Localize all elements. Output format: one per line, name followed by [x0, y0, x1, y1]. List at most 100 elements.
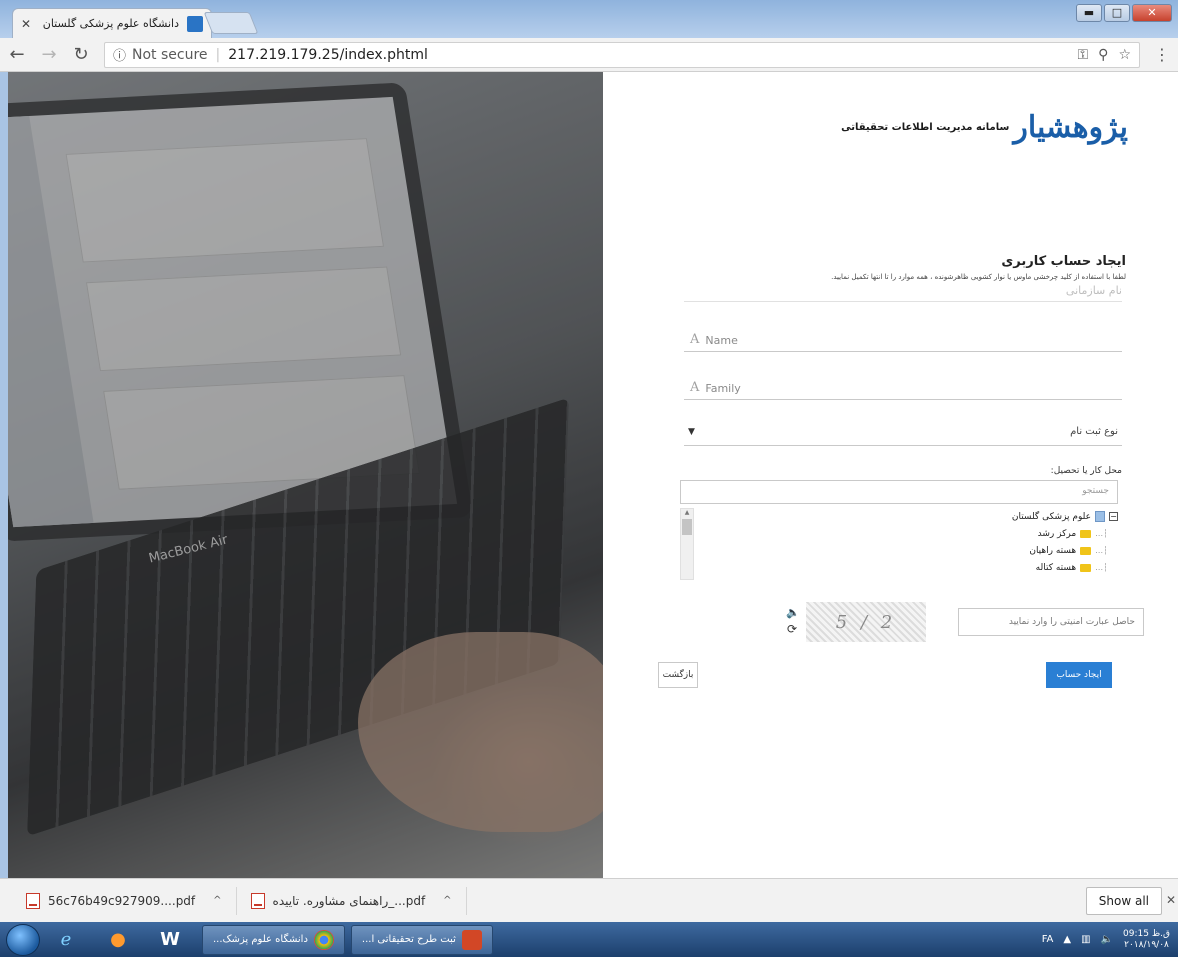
- volume-icon[interactable]: 🔈: [1101, 934, 1113, 945]
- site-info-icon[interactable]: ⓘ: [113, 45, 126, 64]
- tree-search-input[interactable]: جستجو: [680, 480, 1118, 504]
- registration-type-value: نوع ثبت نام: [1070, 426, 1118, 437]
- folder-icon: [1080, 546, 1092, 555]
- workplace-label: محل کار یا تحصیل:: [1050, 466, 1122, 476]
- chevron-down-icon: ▼: [688, 426, 695, 437]
- address-separator: |: [215, 46, 221, 63]
- minimize-button[interactable]: ▬: [1076, 4, 1102, 22]
- site-favicon-icon: [187, 15, 203, 32]
- registration-type-select[interactable]: نوع ثبت نام ▼: [684, 418, 1122, 446]
- signup-form: پژوهشیار سامانه مدیریت اطلاعات تحقیقاتی …: [658, 72, 1144, 878]
- tree-item-label: مرکز رشد: [1037, 528, 1077, 539]
- show-all-button[interactable]: Show all: [1085, 887, 1162, 915]
- security-label: Not secure: [132, 46, 208, 63]
- site-logo: پژوهشیار سامانه مدیریت اطلاعات تحقیقاتی: [841, 110, 1129, 145]
- internet-explorer-icon[interactable]: e: [40, 924, 92, 956]
- form-hint: لطفا با استفاده از کلید چرخشی ماوس یا نو…: [831, 273, 1126, 281]
- download-filename: 56c76b49c927909....pdf: [48, 893, 196, 908]
- tab-close-icon[interactable]: ✕: [21, 17, 31, 31]
- tree-child-item[interactable]: ┆… هسته کتاله: [680, 559, 1118, 576]
- address-bar-actions: ⚿ ⚲ ☆: [1078, 47, 1131, 63]
- create-account-button[interactable]: ایجاد حساب: [1046, 662, 1112, 688]
- tree-child-item[interactable]: ┆… مرکز رشد: [680, 525, 1118, 542]
- organization-name-field[interactable]: نام سازمانی: [684, 282, 1122, 302]
- folder-icon: [1080, 563, 1092, 572]
- firefox-icon[interactable]: ●: [92, 924, 144, 956]
- tree-item-label: هسته راهیان: [1029, 545, 1077, 556]
- new-tab-button[interactable]: [203, 12, 259, 34]
- tree-item-label: هسته کتاله: [1035, 562, 1077, 573]
- collapse-icon[interactable]: −: [1109, 512, 1118, 521]
- forward-arrow-icon[interactable]: →: [40, 44, 58, 65]
- show-hidden-icons[interactable]: ▲: [1063, 934, 1071, 945]
- family-placeholder: Family: [705, 382, 741, 395]
- text-field-icon: A: [690, 380, 700, 395]
- tree-guide: ┆…: [1095, 563, 1108, 572]
- address-bar[interactable]: ⓘ Not secure | 217.219.179.25/index.phtm…: [104, 41, 1140, 68]
- pdf-file-icon: [26, 892, 40, 909]
- tree-guide: ┆…: [1095, 529, 1108, 538]
- word-icon[interactable]: W: [144, 924, 196, 956]
- hero-laptop-image: MacBook Air: [8, 72, 603, 878]
- close-shelf-icon[interactable]: ✕: [1166, 893, 1176, 907]
- organization-name-placeholder: نام سازمانی: [1065, 284, 1122, 297]
- clock-date: ۲۰۱۸/۱۹/۰۸: [1124, 939, 1169, 950]
- scroll-thumb[interactable]: [682, 519, 692, 535]
- bookmark-star-icon[interactable]: ☆: [1118, 47, 1131, 63]
- hero-overlay: [8, 72, 603, 878]
- document-icon: [1095, 511, 1105, 522]
- name-field[interactable]: A Name: [684, 324, 1122, 352]
- close-window-button[interactable]: ✕: [1132, 4, 1172, 22]
- text-field-icon: A: [690, 332, 700, 347]
- network-icon[interactable]: ▥: [1081, 934, 1090, 945]
- back-arrow-icon[interactable]: ←: [8, 44, 26, 65]
- captcha-image: 5 / 2: [806, 602, 926, 642]
- name-placeholder: Name: [705, 334, 738, 347]
- tree-item-label: علوم پزشکی گلستان: [1011, 511, 1091, 522]
- browser-menu-icon[interactable]: ⋮: [1154, 45, 1170, 64]
- page-title: ایجاد حساب کاربری: [1001, 254, 1126, 269]
- system-clock[interactable]: 09:15 ق.ظ ۲۰۱۸/۱۹/۰۸: [1123, 929, 1170, 951]
- tree-root-item[interactable]: − علوم پزشکی گلستان: [680, 508, 1118, 525]
- taskbar-task-label: ثبت طرح تحقیقاتی ا...: [361, 934, 456, 945]
- pdf-file-icon: [250, 892, 265, 909]
- captcha-input[interactable]: حاصل عبارت امنیتی را وارد نمایید: [958, 608, 1144, 636]
- speaker-icon[interactable]: 🔈: [786, 606, 800, 619]
- system-tray: FA ▲ ▥ 🔈 09:15 ق.ظ ۲۰۱۸/۱۹/۰۸: [1042, 929, 1178, 951]
- chevron-up-icon[interactable]: ^: [213, 895, 221, 906]
- download-item[interactable]: 56c76b49c927909....pdf ^: [22, 886, 237, 915]
- taskbar-task-label: دانشگاه علوم پزشک...: [213, 934, 308, 945]
- language-indicator[interactable]: FA: [1042, 934, 1054, 945]
- tab-title: دانشگاه علوم پزشکی گلستان: [42, 17, 179, 30]
- key-icon[interactable]: ⚿: [1078, 47, 1089, 63]
- web-page: MacBook Air پژوهشیار سامانه مدیریت اطلاع…: [8, 72, 1178, 878]
- start-button[interactable]: [6, 923, 40, 956]
- browser-tab[interactable]: دانشگاه علوم پزشکی گلستان ✕: [12, 8, 212, 38]
- maximize-button[interactable]: □: [1104, 4, 1130, 22]
- folder-icon: [1080, 529, 1092, 538]
- tree-scrollbar[interactable]: ▲: [680, 508, 694, 580]
- reload-icon[interactable]: ↻: [72, 44, 90, 65]
- browser-toolbar: ← → ↻ ⓘ Not secure | 217.219.179.25/inde…: [0, 38, 1178, 72]
- tab-strip: دانشگاه علوم پزشکی گلستان ✕ ▬ □ ✕: [0, 0, 1178, 38]
- taskbar-task-powerpoint[interactable]: ثبت طرح تحقیقاتی ا...: [350, 924, 493, 955]
- tree-guide: ┆…: [1095, 546, 1108, 555]
- taskbar-task-chrome[interactable]: دانشگاه علوم پزشک...: [202, 924, 345, 955]
- powerpoint-icon: [461, 929, 482, 950]
- family-field[interactable]: A Family: [684, 372, 1122, 400]
- download-item[interactable]: راهنمای مشاوره. تاییده_...pdf ^: [247, 886, 467, 915]
- tree-child-item[interactable]: ┆… هسته راهیان: [680, 542, 1118, 559]
- clock-time: 09:15 ق.ظ: [1123, 928, 1170, 939]
- url-text: 217.219.179.25/index.phtml: [228, 46, 428, 63]
- refresh-icon[interactable]: ⟳: [787, 622, 797, 636]
- windows-taskbar: e ● W دانشگاه علوم پزشک... ثبت طرح تحقیق…: [0, 922, 1178, 957]
- back-button[interactable]: بازگشت: [658, 662, 698, 688]
- zoom-icon[interactable]: ⚲: [1098, 47, 1108, 63]
- download-shelf: 56c76b49c927909....pdf ^ راهنمای مشاوره.…: [0, 878, 1178, 922]
- logo-mark: پژوهشیار: [1013, 110, 1129, 145]
- scroll-up-icon[interactable]: ▲: [681, 509, 693, 516]
- chevron-up-icon[interactable]: ^: [443, 895, 451, 906]
- download-filename: راهنمای مشاوره. تاییده_...pdf: [272, 893, 426, 908]
- chrome-icon: [313, 929, 334, 950]
- organization-tree: − علوم پزشکی گلستان ┆… مرکز رشد ┆… هسته …: [680, 508, 1118, 580]
